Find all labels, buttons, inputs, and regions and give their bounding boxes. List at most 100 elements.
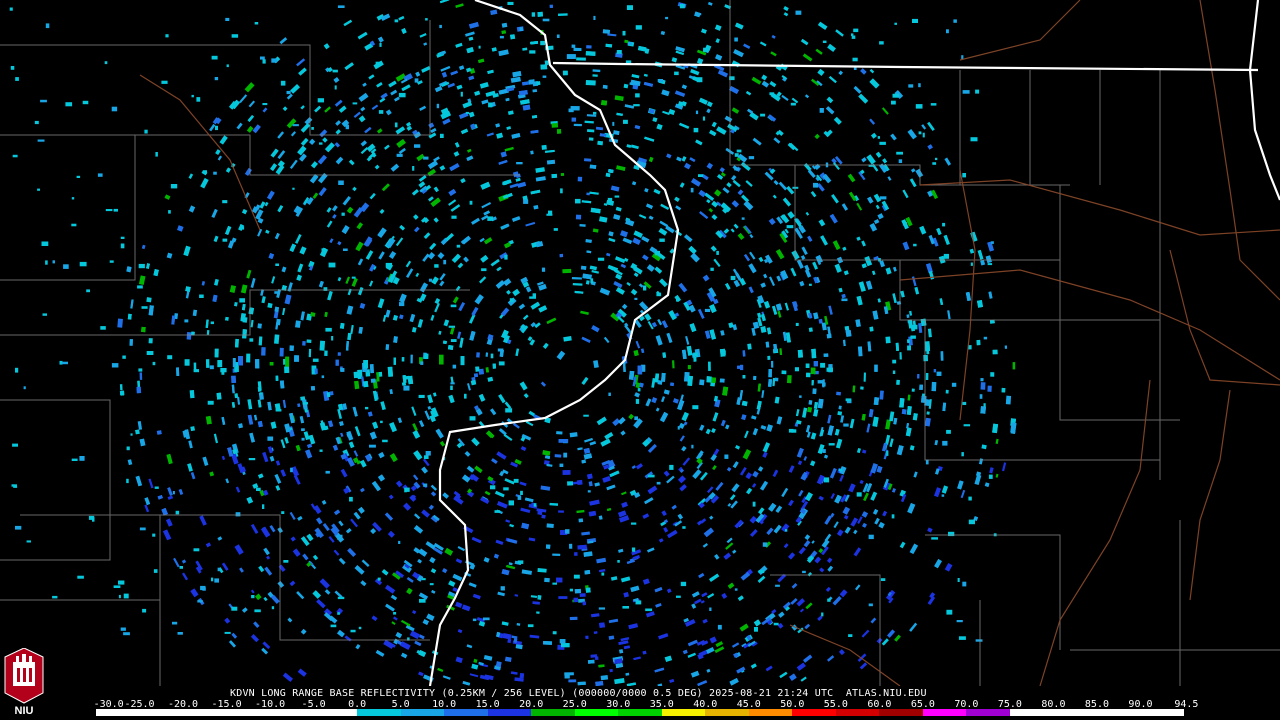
echo-pixel [63, 264, 69, 269]
echo-pixel [635, 600, 642, 605]
echo-pixel [495, 661, 502, 668]
echo-pixel [692, 405, 699, 410]
echo-pixel [573, 47, 582, 52]
echo-pixel [61, 361, 68, 365]
echo-pixel [799, 395, 802, 398]
echo-pixel [71, 223, 77, 227]
echo-pixel [601, 572, 605, 576]
echo-pixel [541, 514, 546, 519]
echo-pixel [142, 608, 147, 613]
echo-pixel [34, 120, 39, 125]
echo-pixel [310, 386, 316, 391]
echo-pixel [414, 78, 419, 83]
echo-pixel [452, 364, 457, 369]
echo-pixel [991, 241, 994, 244]
echo-pixel [146, 297, 152, 303]
echo-pixel [369, 364, 374, 374]
echo-pixel [1004, 345, 1008, 349]
echo-pixel [556, 431, 563, 435]
echo-pixel [478, 45, 481, 49]
echo-pixel [898, 159, 903, 163]
echo-pixel [569, 588, 573, 592]
echo-pixel [424, 353, 429, 360]
echo-pixel [423, 156, 429, 160]
echo-pixel [519, 672, 525, 679]
echo-pixel [335, 359, 339, 366]
echo-pixel [946, 429, 951, 434]
echo-pixel [100, 326, 106, 330]
echo-pixel [507, 638, 512, 644]
echo-pixel [593, 631, 598, 634]
logo-text: NIU [15, 705, 34, 716]
echo-pixel [423, 483, 428, 487]
echo-pixel [970, 262, 973, 266]
echo-pixel [575, 198, 581, 204]
echo-pixel [935, 157, 938, 161]
echo-pixel [52, 260, 55, 264]
echo-pixel [76, 175, 81, 178]
echo-pixel [450, 304, 457, 308]
echo-pixel [137, 380, 140, 388]
echo-pixel [531, 12, 536, 17]
echo-pixel [262, 504, 265, 509]
echo-pixel [923, 354, 929, 362]
echo-pixel [321, 375, 325, 379]
echo-pixel [605, 172, 611, 178]
echo-pixel [117, 318, 123, 328]
echo-pixel [542, 18, 550, 22]
echo-pixel [637, 388, 641, 392]
echo-pixel [932, 162, 937, 165]
echo-pixel [536, 611, 540, 614]
echo-pixel [961, 55, 964, 60]
echo-pixel [593, 15, 596, 20]
echo-pixel [139, 527, 146, 531]
echo-pixel [382, 439, 388, 443]
echo-pixel [283, 560, 289, 563]
echo-pixel [576, 57, 586, 61]
echo-pixel [963, 424, 971, 427]
echo-pixel [569, 543, 573, 549]
echo-pixel [350, 629, 356, 633]
echo-pixel [126, 446, 130, 451]
echo-pixel [795, 10, 802, 15]
echo-pixel [568, 679, 577, 683]
echo-pixel [231, 606, 238, 611]
echo-pixel [556, 34, 560, 38]
scale-swatch [1140, 709, 1184, 716]
scale-swatch [618, 709, 662, 716]
echo-pixel [774, 377, 779, 382]
echo-pixel [292, 187, 295, 190]
echo-pixel [317, 98, 324, 103]
echo-pixel [936, 371, 942, 376]
echo-pixel [267, 302, 273, 309]
scale-swatch [313, 709, 358, 716]
color-scale [96, 709, 1184, 716]
echo-pixel [396, 153, 403, 157]
echo-pixel [633, 104, 640, 107]
echo-pixel [880, 578, 886, 581]
echo-pixel [560, 188, 563, 194]
scale-swatch [835, 709, 880, 716]
echo-pixel [186, 332, 192, 340]
echo-pixel [551, 122, 559, 128]
echo-pixel [394, 122, 398, 128]
echo-pixel [113, 585, 121, 588]
echo-pixel [337, 5, 345, 8]
echo-pixel [784, 529, 788, 532]
echo-pixel [823, 353, 829, 357]
echo-pixel [23, 386, 26, 390]
echo-pixel [460, 91, 463, 97]
echo-pixel [917, 374, 920, 379]
echo-pixel [238, 356, 243, 366]
echo-pixel [130, 433, 133, 436]
echo-pixel [970, 137, 978, 142]
echo-pixel [65, 102, 73, 107]
echo-pixel [704, 308, 711, 312]
echo-pixel [823, 477, 830, 483]
echo-pixel [456, 244, 461, 248]
echo-pixel [259, 392, 262, 395]
echo-pixel [669, 464, 674, 470]
echo-pixel [975, 639, 983, 642]
echo-pixel [428, 278, 433, 282]
echo-pixel [980, 377, 984, 382]
